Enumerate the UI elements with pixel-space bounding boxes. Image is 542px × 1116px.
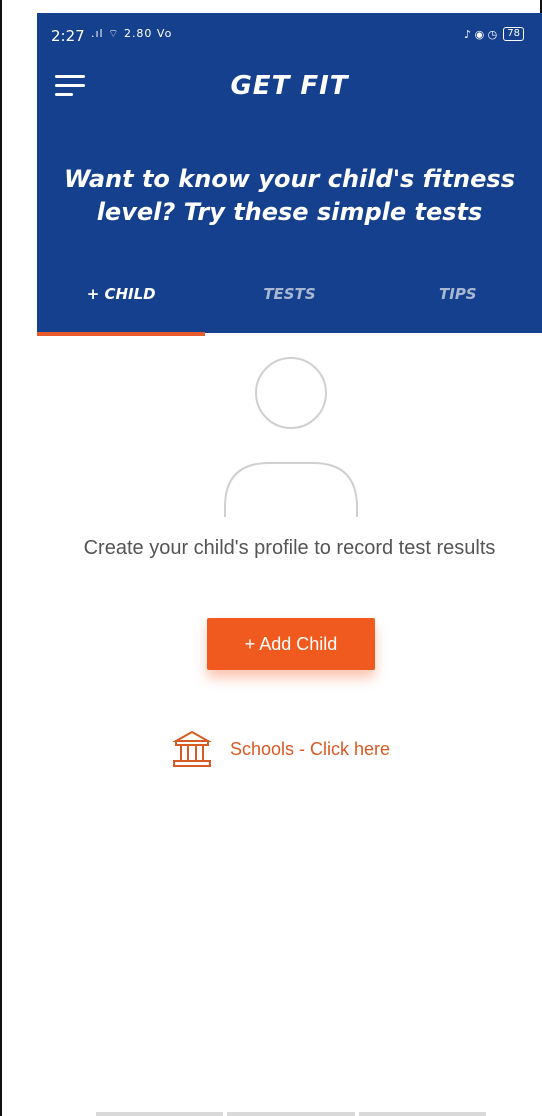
- avatar-placeholder-icon: [224, 357, 358, 517]
- tab-child[interactable]: + CHILD: [37, 275, 206, 336]
- empty-state-message: Create your child's profile to record te…: [83, 537, 496, 559]
- school-building-icon: [172, 730, 212, 767]
- battery-indicator: 78: [503, 27, 524, 41]
- status-bar: 2:27 .ıl ⌔ 2.80 Vo ♪ ◉ ◷ 78: [37, 13, 542, 57]
- status-right: ♪ ◉ ◷ 78: [464, 27, 524, 41]
- app-title: GET FIT: [230, 71, 349, 101]
- bottom-edge-bar: [96, 1112, 486, 1116]
- tab-tips-label: TIPS: [439, 285, 477, 303]
- status-time: 2:27: [51, 27, 85, 45]
- tab-tests-label: TESTS: [263, 285, 316, 303]
- add-child-button[interactable]: + Add Child: [207, 618, 375, 670]
- schools-link[interactable]: Schools - Click here: [172, 729, 390, 769]
- status-signal: .ıl ⌔ 2.80 Vo: [91, 27, 173, 40]
- tab-bar: + CHILD TESTS TIPS: [37, 275, 542, 336]
- app-screen: 2:27 .ıl ⌔ 2.80 Vo ♪ ◉ ◷ 78 GET FIT Want…: [37, 13, 542, 1116]
- headline: Want to know your child's fitness level?…: [64, 165, 515, 226]
- tab-tips[interactable]: TIPS: [374, 275, 542, 333]
- schools-link-label: Schools - Click here: [230, 738, 391, 759]
- tab-tests[interactable]: TESTS: [205, 275, 373, 333]
- status-icons: ♪ ◉ ◷: [464, 27, 498, 41]
- header: 2:27 .ıl ⌔ 2.80 Vo ♪ ◉ ◷ 78 GET FIT Want…: [37, 13, 542, 336]
- active-tab-indicator: [37, 332, 206, 336]
- tab-child-label: + CHILD: [86, 285, 156, 303]
